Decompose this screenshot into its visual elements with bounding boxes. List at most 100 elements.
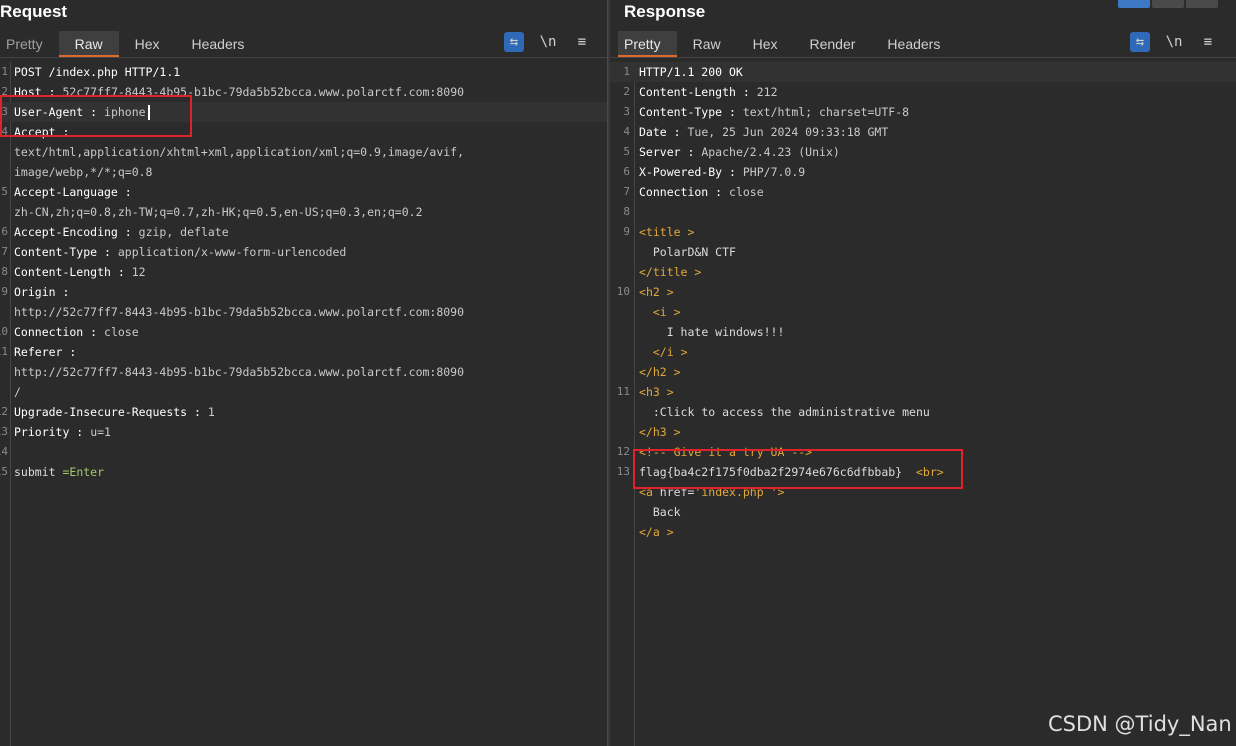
line-code: </i > xyxy=(639,342,688,362)
header-value: application/x-www-form-urlencoded xyxy=(117,245,347,259)
line-number: 7 xyxy=(623,185,630,198)
layout-horizontal-icon[interactable] xyxy=(1152,0,1184,8)
response-line: </a > xyxy=(610,522,1236,542)
header-value: 12 xyxy=(131,265,146,279)
response-title: Response xyxy=(624,2,706,21)
response-line: 5 Server : Apache/2.4.23 (Unix) xyxy=(610,142,1236,162)
line-number: 12 xyxy=(616,445,630,458)
line-number: 1 xyxy=(623,65,630,78)
request-line: / xyxy=(0,382,607,402)
wrap-lines-icon[interactable]: ⇆ xyxy=(1130,32,1150,52)
line-code: :Click to access the administrative menu xyxy=(639,402,930,422)
response-tab-raw[interactable]: Raw xyxy=(677,31,737,57)
request-toolbar: ⇆ \n ≡ xyxy=(504,32,592,52)
header-name: POST /index.php HTTP/1.1 xyxy=(14,65,181,79)
request-tab-hex[interactable]: Hex xyxy=(119,31,176,57)
response-line: 11 <h3 > xyxy=(610,382,1236,402)
response-line: </title > xyxy=(610,262,1236,282)
header-value: 1 xyxy=(207,405,215,419)
tag-bracket: < xyxy=(639,225,646,239)
header-name: Accept-Language : xyxy=(14,185,132,199)
response-tab-pretty[interactable]: Pretty xyxy=(618,31,677,57)
response-editor[interactable]: 1 HTTP/1.1 200 OK 2 Content-Length : 212 3 Co… xyxy=(610,62,1236,746)
layout-buttons xyxy=(1118,0,1218,8)
line-number: 4 xyxy=(623,125,630,138)
response-line: Back xyxy=(610,502,1236,522)
tag-name: title xyxy=(645,225,681,239)
request-tab-raw[interactable]: Raw xyxy=(58,31,119,57)
request-tab-headers[interactable]: Headers xyxy=(176,31,261,57)
response-line: </h3 > xyxy=(610,422,1236,442)
header-name: Connection : xyxy=(639,185,723,199)
response-tab-render[interactable]: Render xyxy=(794,31,872,57)
header-value: Tue, 25 Jun 2024 09:33:18 GMT xyxy=(687,125,889,139)
request-line: 14 xyxy=(0,442,607,462)
newline-toggle-icon[interactable]: \n xyxy=(1164,32,1184,52)
request-line: image/webp,*/*;q=0.8 xyxy=(0,162,607,182)
line-number: 5 xyxy=(623,145,630,158)
line-code: Back xyxy=(639,502,681,522)
line-code: </h3 > xyxy=(639,422,681,442)
line-code: </h2 > xyxy=(639,362,681,382)
line-number: 8 xyxy=(623,205,630,218)
line-code: X-Powered-By : PHP/7.0.9 xyxy=(639,162,805,182)
tag-name: title xyxy=(652,265,688,279)
request-editor[interactable]: 1 POST /index.php HTTP/1.1 2 Host : 52c77ff… xyxy=(0,62,607,746)
menu-icon[interactable]: ≡ xyxy=(572,32,592,52)
header-value: text/html,application/xhtml+xml,applicat… xyxy=(14,145,465,159)
request-line: zh-CN,zh;q=0.8,zh-TW;q=0.7,zh-HK;q=0.5,e… xyxy=(0,202,607,222)
line-number: 11 xyxy=(0,345,8,358)
line-code: text/html,application/xhtml+xml,applicat… xyxy=(14,142,464,162)
line-code: POST /index.php HTTP/1.1 xyxy=(14,62,180,82)
header-value: zh-CN,zh;q=0.8,zh-TW;q=0.7,zh-HK;q=0.5,e… xyxy=(14,205,423,219)
response-line: <i > xyxy=(610,302,1236,322)
body-text: PolarD&N CTF xyxy=(652,245,736,259)
tag-bracket: > xyxy=(680,345,688,359)
line-code: Content-Type : text/html; charset=UTF-8 xyxy=(639,102,909,122)
header-name: Upgrade-Insecure-Requests : xyxy=(14,405,201,419)
request-line: http://52c77ff7-8443-4b95-b1bc-79da5b52b… xyxy=(0,302,607,322)
tag-bracket: > xyxy=(694,265,702,279)
header-value: / xyxy=(14,385,21,399)
response-tab-headers[interactable]: Headers xyxy=(871,31,956,57)
line-code: Connection : close xyxy=(14,322,139,342)
line-number: 5 xyxy=(1,185,8,198)
line-code: Content-Length : 12 xyxy=(14,262,146,282)
header-value: 212 xyxy=(756,85,778,99)
wrap-lines-icon[interactable]: ⇆ xyxy=(504,32,524,52)
header-value: PHP/7.0.9 xyxy=(742,165,806,179)
response-line: 7 Connection : close xyxy=(610,182,1236,202)
line-number: 2 xyxy=(623,85,630,98)
header-value: =Enter xyxy=(62,465,105,479)
newline-toggle-icon[interactable]: \n xyxy=(538,32,558,52)
header-value: http://52c77ff7-8443-4b95-b1bc-79da5b52b… xyxy=(14,305,465,319)
response-line: 4 Date : Tue, 25 Jun 2024 09:33:18 GMT xyxy=(610,122,1236,142)
line-number: 8 xyxy=(1,265,8,278)
tag-bracket: > xyxy=(666,285,674,299)
response-line: 6 X-Powered-By : PHP/7.0.9 xyxy=(610,162,1236,182)
tag-name: i xyxy=(659,305,667,319)
request-tabs: Pretty Raw Hex Headers xyxy=(0,31,260,57)
tag-bracket: </ xyxy=(639,525,653,539)
request-tab-pretty[interactable]: Pretty xyxy=(0,31,59,57)
layout-split-icon[interactable] xyxy=(1118,0,1150,8)
header-name: Priority : xyxy=(14,425,84,439)
header-name: HTTP/1.1 200 OK xyxy=(639,65,743,79)
response-tab-hex[interactable]: Hex xyxy=(737,31,794,57)
header-name: Referer : xyxy=(14,345,77,359)
line-number: 10 xyxy=(616,285,630,298)
header-name: Date : xyxy=(639,125,681,139)
header-name: Content-Type : xyxy=(14,245,111,259)
line-code: Referer : xyxy=(14,342,76,362)
menu-icon[interactable]: ≡ xyxy=(1198,32,1218,52)
request-line: 6 Accept-Encoding : gzip, deflate xyxy=(0,222,607,242)
line-number: 7 xyxy=(1,245,8,258)
layout-single-icon[interactable] xyxy=(1186,0,1218,8)
header-value: u=1 xyxy=(90,425,111,439)
line-code: HTTP/1.1 200 OK xyxy=(639,62,743,82)
request-line: 9 Origin : xyxy=(0,282,607,302)
tag-bracket: </ xyxy=(652,345,667,359)
header-name: Server : xyxy=(639,145,695,159)
tag-bracket: > xyxy=(673,305,681,319)
header-name: submit xyxy=(14,465,56,479)
